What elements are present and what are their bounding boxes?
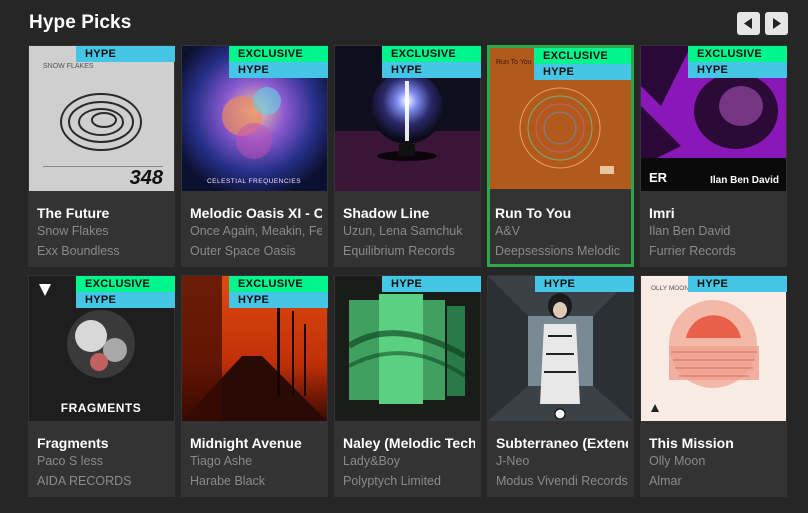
hype-badge: HYPE (229, 292, 328, 308)
track-card-selected[interactable]: Run To You EXCLUSIVE HYPE Run To You A&V… (487, 45, 634, 267)
track-title[interactable]: Run To You (495, 205, 627, 221)
cover-art (488, 276, 633, 421)
track-card[interactable]: FRAGMENTS EXCLUSIVE HYPE Fragments Paco … (28, 275, 175, 497)
track-artist[interactable]: Tiago Ashe (190, 454, 322, 468)
track-label[interactable]: AIDA RECORDS (37, 474, 169, 488)
track-card[interactable]: CELESTIAL FREQUENCIES EXCLUSIVE HYPE Mel… (181, 45, 328, 267)
track-label[interactable]: Almar (649, 474, 781, 488)
track-label[interactable]: Deepsessions Melodic (495, 244, 627, 258)
exclusive-badge: EXCLUSIVE (76, 276, 175, 292)
cover-text: Ilan Ben David (710, 175, 779, 186)
track-card[interactable]: OLLY MOON HYPE This Mission Olly Moon Al… (640, 275, 787, 497)
track-artist[interactable]: Once Again, Meakin, Fer (190, 224, 322, 238)
cover-text: 348 (130, 167, 164, 189)
track-title[interactable]: Imri (649, 205, 781, 221)
cover-art: OLLY MOON (641, 276, 786, 421)
track-card[interactable]: EXCLUSIVE HYPE Midnight Avenue Tiago Ash… (181, 275, 328, 497)
track-label[interactable]: Furrier Records (649, 244, 781, 258)
cover-art: SNOW FLAKES 348 (29, 46, 174, 191)
triangle-left-icon (744, 18, 752, 29)
track-artist[interactable]: Lady&Boy (343, 454, 475, 468)
track-card[interactable]: HYPE Naley (Melodic Techi Lady&Boy Polyp… (334, 275, 481, 497)
track-card[interactable]: EXCLUSIVE HYPE Shadow Line Uzun, Lena Sa… (334, 45, 481, 267)
track-title[interactable]: This Mission (649, 435, 781, 451)
track-title[interactable]: Melodic Oasis XI - C (190, 205, 322, 221)
exclusive-badge: EXCLUSIVE (382, 46, 481, 62)
exclusive-badge: EXCLUSIVE (229, 46, 328, 62)
svg-text:SNOW FLAKES: SNOW FLAKES (43, 63, 94, 70)
next-button[interactable] (765, 12, 788, 35)
track-title[interactable]: Subterraneo (Extend (496, 435, 628, 451)
hype-badge: HYPE (382, 62, 481, 78)
track-grid: SNOW FLAKES 348 HYPE The Future Snow Fla… (28, 45, 787, 497)
section-header: Hype Picks (0, 0, 808, 46)
hype-badge: HYPE (382, 276, 481, 292)
track-artist[interactable]: Paco S less (37, 454, 169, 468)
track-artist[interactable]: J-Neo (496, 454, 628, 468)
track-label[interactable]: Outer Space Oasis (190, 244, 322, 258)
track-card[interactable]: SNOW FLAKES 348 HYPE The Future Snow Fla… (28, 45, 175, 267)
cover-text: CELESTIAL FREQUENCIES (207, 178, 301, 185)
track-label[interactable]: Equilibrium Records (343, 244, 475, 258)
cover-text: FRAGMENTS (61, 401, 142, 415)
exclusive-badge: EXCLUSIVE (534, 48, 631, 64)
cover-text: Run To You (496, 59, 532, 66)
prev-button[interactable] (737, 12, 760, 35)
track-label[interactable]: Harabe Black (190, 474, 322, 488)
track-artist[interactable]: Ilan Ben David (649, 224, 781, 238)
triangle-right-icon (773, 18, 781, 29)
track-artist[interactable]: Uzun, Lena Samchuk (343, 224, 475, 238)
hype-badge: HYPE (534, 64, 631, 80)
track-label[interactable]: Modus Vivendi Records (496, 474, 628, 488)
hype-badge: HYPE (229, 62, 328, 78)
exclusive-badge: EXCLUSIVE (229, 276, 328, 292)
track-title[interactable]: The Future (37, 205, 169, 221)
track-title[interactable]: Shadow Line (343, 205, 475, 221)
track-artist[interactable]: Olly Moon (649, 454, 781, 468)
track-artist[interactable]: Snow Flakes (37, 224, 169, 238)
exclusive-badge: EXCLUSIVE (688, 46, 787, 62)
track-title[interactable]: Naley (Melodic Techi (343, 435, 475, 451)
hype-badge: HYPE (76, 46, 175, 62)
cover-art (335, 276, 480, 421)
hype-badge: HYPE (688, 62, 787, 78)
hype-badge: HYPE (535, 276, 634, 292)
section-title: Hype Picks (29, 12, 132, 33)
track-label[interactable]: Exx Boundless (37, 244, 169, 258)
track-card[interactable]: HYPE Subterraneo (Extend J-Neo Modus Viv… (487, 275, 634, 497)
track-artist[interactable]: A&V (495, 224, 627, 238)
track-card[interactable]: ER Ilan Ben David EXCLUSIVE HYPE Imri Il… (640, 45, 787, 267)
hype-badge: HYPE (688, 276, 787, 292)
track-title[interactable]: Fragments (37, 435, 169, 451)
track-title[interactable]: Midnight Avenue (190, 435, 322, 451)
hype-badge: HYPE (76, 292, 175, 308)
cover-text: OLLY MOON (651, 285, 689, 292)
track-label[interactable]: Polyptych Limited (343, 474, 475, 488)
svg-text:ER: ER (649, 170, 668, 185)
